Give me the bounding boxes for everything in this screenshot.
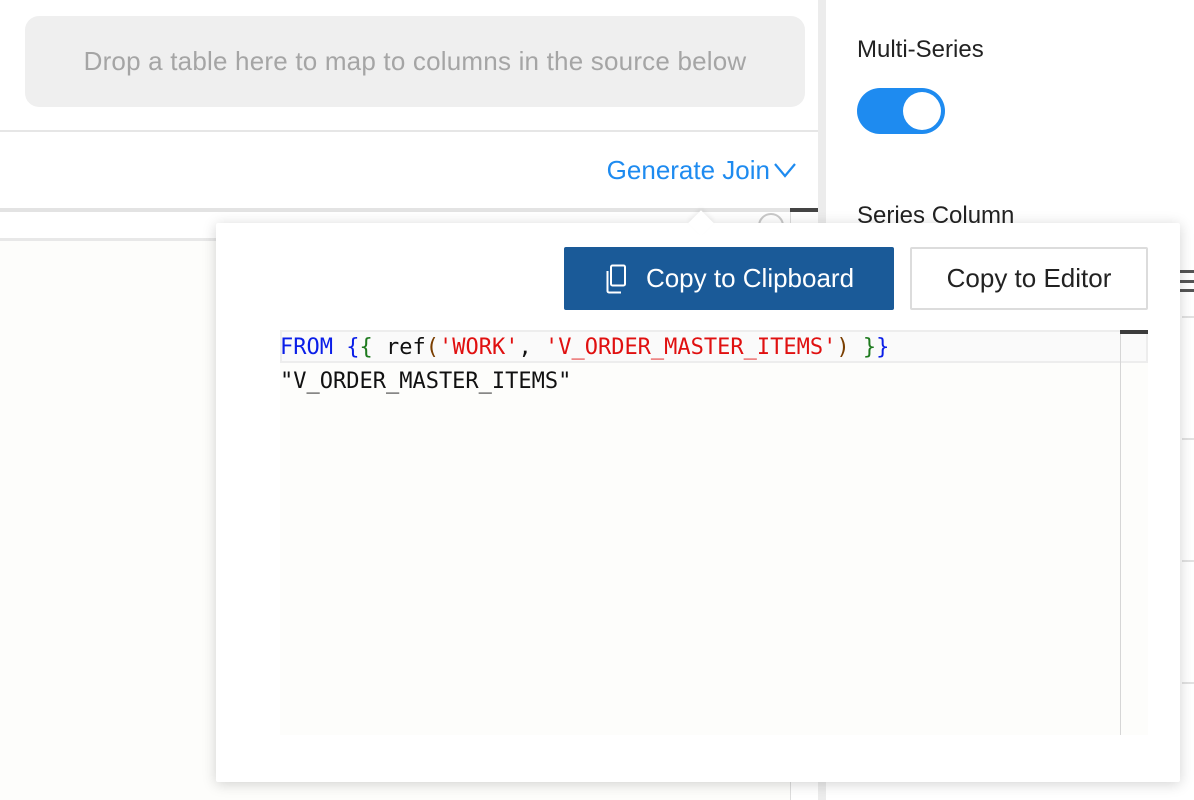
multi-series-toggle[interactable]	[857, 88, 945, 134]
multi-series-label: Multi-Series	[857, 36, 984, 63]
code-line-1: FROM {{ ref('WORK', 'V_ORDER_MASTER_ITEM…	[280, 331, 889, 364]
generate-join-button[interactable]: Generate Join	[607, 150, 798, 190]
code-close-brace-inner: }	[862, 335, 877, 360]
code-scrollbar[interactable]	[1120, 330, 1148, 735]
divider	[0, 130, 818, 132]
sql-keyword: FROM	[280, 335, 333, 360]
generate-join-label: Generate Join	[606, 154, 770, 185]
chevron-down-icon	[774, 163, 796, 178]
code-line-2: "V_ORDER_MASTER_ITEMS"	[280, 369, 572, 394]
code-open-brace: {	[346, 335, 360, 360]
divider	[1182, 682, 1194, 684]
generate-join-popover: Copy to Clipboard Copy to Editor FROM {{…	[216, 210, 1180, 782]
menu-icon[interactable]	[1178, 270, 1194, 292]
code-function: ref	[385, 335, 426, 360]
copy-icon	[606, 264, 626, 293]
toggle-knob	[903, 92, 941, 130]
generated-sql-code[interactable]: FROM {{ ref('WORK', 'V_ORDER_MASTER_ITEM…	[280, 330, 1148, 735]
copy-to-clipboard-label: Copy to Clipboard	[645, 263, 855, 293]
editor-toolbar-border	[0, 208, 790, 212]
divider	[1182, 560, 1194, 562]
divider	[1182, 316, 1194, 318]
code-close-paren: )	[836, 335, 850, 360]
code-string-arg: 'WORK'	[438, 335, 519, 360]
code-string-arg: 'V_ORDER_MASTER_ITEMS'	[544, 335, 837, 360]
code-open-brace-inner: {	[359, 335, 373, 360]
table-drop-zone[interactable]: Drop a table here to map to columns in t…	[25, 16, 805, 107]
code-comma: ,	[518, 335, 532, 360]
editor-scrollbar-thumb[interactable]	[790, 208, 818, 212]
copy-to-clipboard-button[interactable]: Copy to Clipboard	[564, 247, 894, 310]
code-close-brace: }	[876, 335, 890, 360]
app-window: Drop a table here to map to columns in t…	[0, 0, 1194, 800]
divider	[1182, 438, 1194, 440]
code-scrollbar-thumb[interactable]	[1120, 330, 1148, 334]
code-open-paren: (	[425, 335, 439, 360]
copy-to-editor-button[interactable]: Copy to Editor	[910, 247, 1148, 310]
